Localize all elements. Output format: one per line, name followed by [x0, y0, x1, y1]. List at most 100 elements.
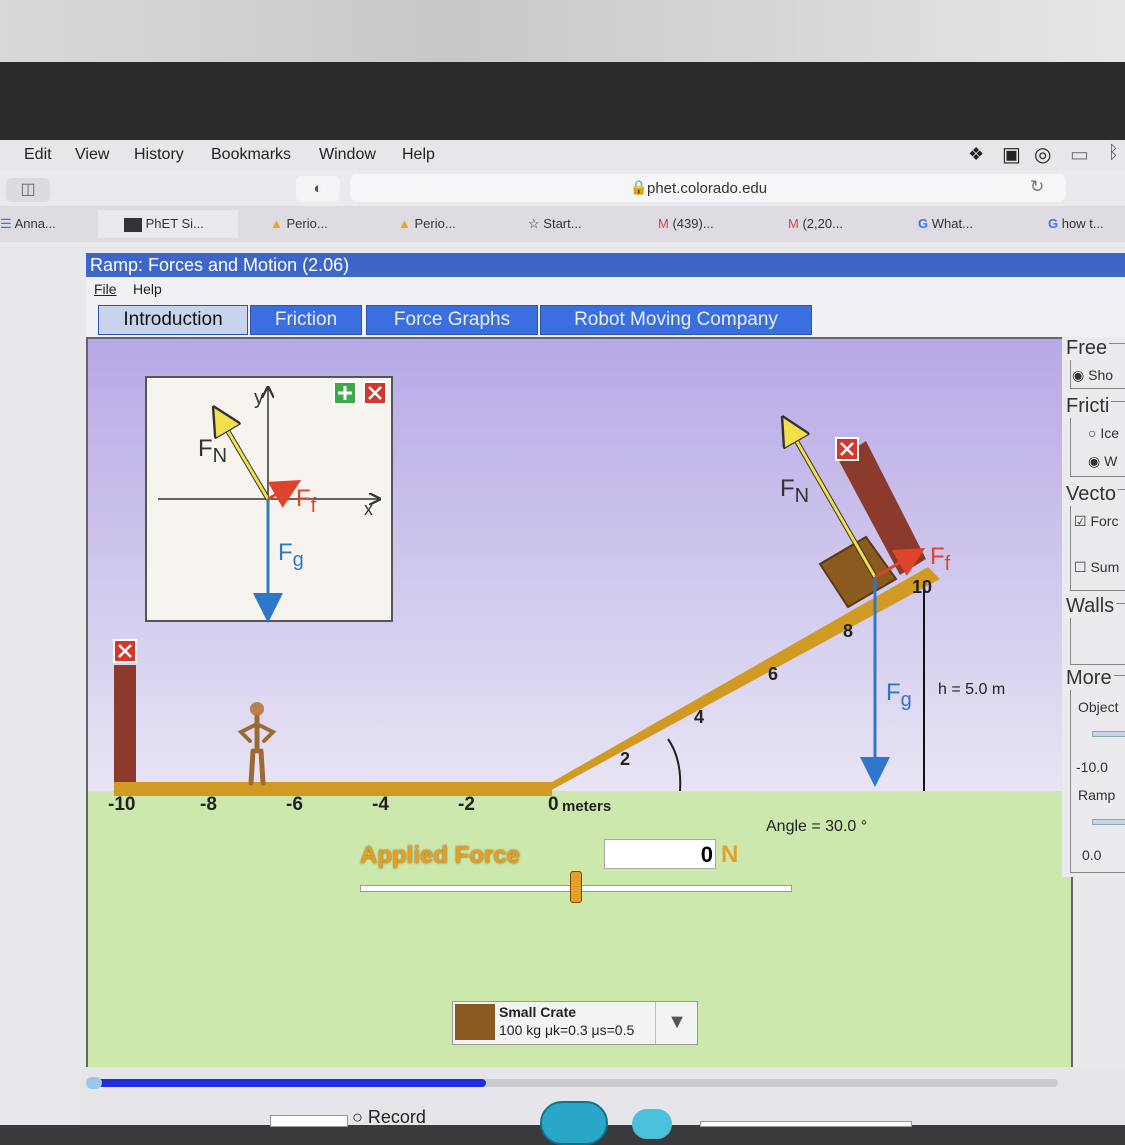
tab-introduction[interactable]: Introduction — [98, 305, 248, 335]
monitor-bezel — [0, 62, 1125, 140]
scene-ff-label: Ff — [930, 543, 951, 575]
ramp-angle-label: Ramp — [1078, 787, 1116, 803]
wood-radio[interactable]: ◉ W — [1088, 453, 1117, 470]
browser-tab[interactable]: M (439)... — [658, 210, 768, 238]
shield-icon[interactable]: ◐ — [296, 176, 340, 202]
photo-background — [0, 0, 1125, 62]
browser-tab[interactable]: G how t... — [1048, 210, 1125, 238]
simulation-area[interactable]: y x FN Ff Fg FN Ff Fg -10 -8 -6 -4 -2 0 … — [86, 337, 1073, 1071]
axis-unit: meters — [562, 798, 612, 815]
menu-bookmarks[interactable]: Bookmarks — [211, 146, 291, 164]
app-title-bar: Ramp: Forces and Motion (2.06) — [86, 253, 1125, 277]
applied-force-label: Applied Force — [360, 842, 521, 869]
lock-icon: 🔒 — [630, 179, 648, 195]
browser-tab-active[interactable]: PhET Si... — [98, 210, 238, 238]
tab-force-graphs[interactable]: Force Graphs — [366, 305, 538, 335]
dropbox-icon[interactable]: ❖ — [968, 144, 984, 165]
menu-edit[interactable]: Edit — [24, 146, 52, 164]
drive-icon: ▲ — [398, 216, 411, 231]
applied-force-unit: N — [721, 841, 739, 868]
show-radio[interactable]: ◉ Sho — [1072, 367, 1113, 384]
reload-icon[interactable]: ↻ — [1030, 177, 1044, 197]
timeline-handle[interactable] — [86, 1077, 102, 1089]
applied-force-slider-thumb[interactable] — [570, 871, 582, 903]
browser-tab[interactable]: ▲ Perio... — [270, 210, 380, 238]
left-wall — [114, 665, 136, 785]
left-wall-close-icon[interactable] — [113, 639, 137, 663]
app-tab-strip: Introduction Friction Force Graphs Robot… — [86, 301, 1125, 337]
time-field[interactable] — [270, 1115, 348, 1127]
browser-tab[interactable]: ☆ Start... — [528, 210, 638, 238]
playback-bar: ○ Record — [80, 1067, 1125, 1145]
forces-checkbox[interactable]: ☑ Forc — [1074, 513, 1118, 530]
fbd-fg-label: Fg — [278, 539, 304, 571]
google-icon: G — [1048, 216, 1059, 231]
ramp-track[interactable] — [544, 567, 940, 794]
axis-tick: -6 — [286, 794, 303, 815]
scene-svg — [113, 376, 940, 796]
sum-checkbox[interactable]: ☐ Sum — [1074, 559, 1119, 576]
axis-tick: -10 — [108, 794, 136, 815]
menu-help[interactable]: Help — [402, 146, 435, 164]
applied-force-input[interactable]: 0 — [604, 839, 716, 869]
object-position-label: Object — [1078, 699, 1119, 715]
angle-label: Angle = 30.0 ° — [766, 818, 868, 835]
fbd-y-label: y — [254, 387, 264, 409]
url-text: phet.colorado.edu — [647, 180, 768, 197]
fbd-x-label: x — [364, 499, 373, 519]
display-icon[interactable]: ▭ — [1070, 142, 1089, 167]
browser-tab[interactable]: ▲ Perio... — [398, 210, 508, 238]
browser-tab[interactable]: G What... — [918, 210, 1028, 238]
person-figure — [237, 702, 277, 786]
browser-tab[interactable]: M (2,20... — [788, 210, 898, 238]
object-position-slider[interactable] — [1092, 731, 1125, 737]
address-bar[interactable]: 🔒 phet.colorado.edu ↻ — [350, 174, 1066, 202]
axis-tick: 0 — [548, 794, 559, 815]
fbd-add-icon[interactable] — [333, 381, 357, 405]
camera-icon[interactable]: ▣ — [1002, 142, 1021, 167]
app-menu-help[interactable]: Help — [133, 281, 162, 297]
menu-view[interactable]: View — [75, 146, 109, 164]
browser-tab[interactable]: ☰ Anna... — [0, 210, 96, 238]
axis-tick: -2 — [458, 794, 475, 815]
walls-group-title: Walls — [1064, 595, 1117, 618]
fbd-close-icon[interactable] — [363, 381, 387, 405]
vectors-group-title: Vecto — [1064, 483, 1119, 506]
app-menu-bar: File Help — [86, 277, 1125, 301]
timeline-track[interactable] — [88, 1079, 1058, 1087]
star-icon: ☆ — [528, 216, 540, 231]
crate-icon — [455, 1004, 495, 1040]
fbd-fn-label: FN — [198, 435, 228, 467]
more-group-title: More — [1064, 667, 1114, 690]
app-title: Ramp: Forces and Motion (2.06) — [90, 255, 350, 275]
ramp-tick: 10 — [912, 577, 933, 597]
gmail-icon: M — [788, 216, 799, 231]
step-button[interactable] — [632, 1109, 672, 1139]
control-panel: Free ◉ Sho Fricti ○ Ice ◉ W Vecto ☑ Forc… — [1062, 337, 1125, 877]
ramp-tick: 2 — [620, 749, 631, 769]
ramp-wall-close-icon[interactable] — [835, 437, 859, 461]
sidebar-toggle-icon[interactable]: ◫ — [6, 178, 50, 202]
ramp-angle-slider[interactable] — [1092, 819, 1125, 825]
tab-friction[interactable]: Friction — [250, 305, 362, 335]
menu-history[interactable]: History — [134, 146, 184, 164]
target-icon[interactable]: ◎ — [1034, 142, 1051, 167]
play-button[interactable] — [540, 1101, 608, 1145]
chevron-down-icon[interactable]: ▼ — [655, 1002, 698, 1044]
app-menu-file[interactable]: File — [94, 281, 117, 297]
tab-robot-moving-company[interactable]: Robot Moving Company — [540, 305, 812, 335]
menu-window[interactable]: Window — [319, 146, 376, 164]
ice-radio[interactable]: ○ Ice — [1088, 425, 1119, 441]
speed-slider[interactable] — [700, 1121, 912, 1127]
drive-icon: ▲ — [270, 216, 283, 231]
free-body-group-title: Free — [1064, 337, 1110, 360]
axis-tick: -4 — [372, 794, 389, 815]
object-selector[interactable]: Small Crate 100 kg μk=0.3 μs=0.5 ▼ — [452, 1001, 698, 1045]
browser-tab-bar: ☰ Anna... PhET Si... ▲ Perio... ▲ Perio.… — [0, 206, 1125, 242]
phet-icon — [124, 217, 142, 232]
browser-toolbar: ◫ ◐ 🔒 phet.colorado.edu ↻ — [0, 170, 1125, 206]
scene-fg-label: Fg — [886, 679, 912, 711]
bluetooth-icon[interactable]: ᛒ — [1108, 142, 1119, 163]
axis-tick: -8 — [200, 794, 217, 815]
browser-menu-bar: Edit View History Bookmarks Window Help … — [0, 140, 1125, 170]
